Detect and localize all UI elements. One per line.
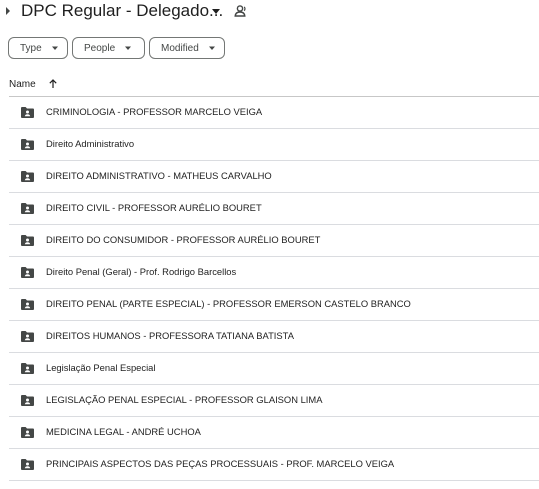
folder-name: Direito Administrativo — [46, 138, 135, 149]
name-column-header[interactable]: Name — [9, 74, 58, 94]
caret-down-icon[interactable] — [211, 6, 221, 16]
folder-name: DIREITO DO CONSUMIDOR - PROFESSOR AURÉLI… — [46, 234, 321, 245]
people-filter-label: People — [84, 42, 116, 54]
folder-row[interactable]: LEGISLAÇÃO PENAL ESPECIAL - PROFESSOR GL… — [9, 385, 539, 417]
folder-header: DPC Regular - Delegado... — [0, 0, 539, 26]
folder-name: Legislação Penal Especial — [46, 362, 156, 373]
people-filter-chip[interactable]: People — [72, 37, 145, 59]
folder-list: CRIMINOLOGIA - PROFESSOR MARCELO VEIGA Di… — [9, 97, 539, 481]
type-filter-chip[interactable]: Type — [8, 37, 68, 59]
modified-filter-label: Modified — [161, 42, 199, 54]
folder-row[interactable]: Direito Administrativo — [9, 129, 539, 161]
shared-folder-icon — [21, 107, 34, 118]
folder-row[interactable]: MEDICINA LEGAL - ANDRÉ UCHOA — [9, 417, 539, 449]
folder-name: PRINCIPAIS ASPECTOS DAS PEÇAS PROCESSUAI… — [46, 458, 395, 469]
shared-folder-icon — [21, 267, 34, 278]
shared-folder-icon — [21, 299, 34, 310]
type-filter-label: Type — [20, 42, 42, 54]
folder-name: DIREITOS HUMANOS - PROFESSORA TATIANA BA… — [46, 330, 294, 341]
folder-name: DIREITO ADMINISTRATIVO - MATHEUS CARVALH… — [46, 170, 272, 181]
folder-name: LEGISLAÇÃO PENAL ESPECIAL - PROFESSOR GL… — [46, 394, 323, 405]
folder-row[interactable]: Legislação Penal Especial — [9, 353, 539, 385]
folder-row[interactable]: DIREITOS HUMANOS - PROFESSORA TATIANA BA… — [9, 321, 539, 353]
folder-name: Direito Penal (Geral) - Prof. Rodrigo Ba… — [46, 266, 237, 277]
folder-name: DIREITO CIVIL - PROFESSOR AURÉLIO BOURET — [46, 202, 262, 213]
folder-row[interactable]: DIREITO DO CONSUMIDOR - PROFESSOR AURÉLI… — [9, 225, 539, 257]
shared-folder-icon — [21, 459, 34, 470]
filter-chips: Type People Modified — [8, 37, 225, 59]
shared-folder-icon — [21, 139, 34, 150]
folder-row[interactable]: Direito Penal (Geral) - Prof. Rodrigo Ba… — [9, 257, 539, 289]
name-column-label: Name — [9, 78, 36, 90]
shared-folder-person-icon[interactable] — [234, 4, 248, 18]
shared-folder-icon — [21, 235, 34, 246]
shared-folder-icon — [21, 203, 34, 214]
modified-filter-chip[interactable]: Modified — [149, 37, 225, 59]
shared-folder-icon — [21, 427, 34, 438]
caret-down-icon — [208, 46, 215, 50]
caret-down-icon — [125, 46, 132, 50]
caret-down-icon — [51, 46, 58, 50]
shared-folder-icon — [21, 395, 34, 406]
shared-folder-icon — [21, 363, 34, 374]
folder-row[interactable]: PRINCIPAIS ASPECTOS DAS PEÇAS PROCESSUAI… — [9, 449, 539, 481]
folder-name: DIREITO PENAL (PARTE ESPECIAL) - PROFESS… — [46, 298, 411, 309]
folder-name: MEDICINA LEGAL - ANDRÉ UCHOA — [46, 426, 201, 437]
chevron-right-icon[interactable] — [3, 3, 13, 19]
folder-row[interactable]: DIREITO ADMINISTRATIVO - MATHEUS CARVALH… — [9, 161, 539, 193]
folder-row[interactable]: DIREITO CIVIL - PROFESSOR AURÉLIO BOURET — [9, 193, 539, 225]
shared-folder-icon — [21, 331, 34, 342]
arrow-up-icon[interactable] — [48, 79, 58, 89]
folder-row[interactable]: DIREITO PENAL (PARTE ESPECIAL) - PROFESS… — [9, 289, 539, 321]
folder-row[interactable]: CRIMINOLOGIA - PROFESSOR MARCELO VEIGA — [9, 97, 539, 129]
folder-name: CRIMINOLOGIA - PROFESSOR MARCELO VEIGA — [46, 106, 263, 117]
folder-title[interactable]: DPC Regular - Delegado... — [21, 0, 223, 22]
shared-folder-icon — [21, 171, 34, 182]
